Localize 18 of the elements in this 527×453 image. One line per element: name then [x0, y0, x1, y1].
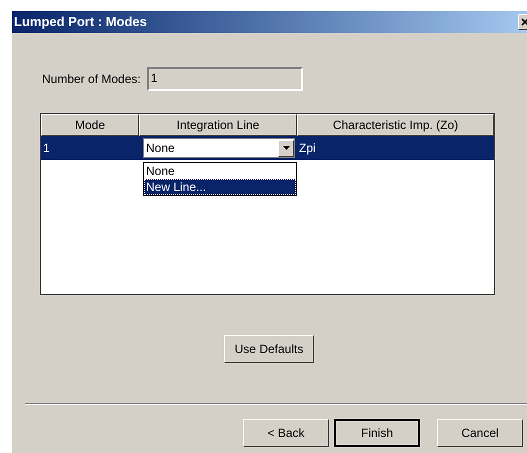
integration-line-combobox[interactable]: None	[143, 138, 295, 158]
dropdown-button[interactable]	[278, 140, 294, 156]
caret-icon	[282, 146, 290, 150]
dropdown-option[interactable]: None	[144, 163, 296, 179]
dropdown-option[interactable]: New Line...	[144, 179, 296, 195]
table-cell-text: Zpi	[298, 140, 316, 157]
column-header[interactable]: Mode	[41, 114, 139, 136]
use-defaults-button[interactable]: Use Defaults	[224, 335, 314, 363]
dialog-button[interactable]: < Back	[243, 419, 329, 447]
window-title: Lumped Port : Modes	[14, 13, 147, 32]
column-header[interactable]: Integration Line	[139, 114, 297, 136]
table-cell-text: 1	[42, 140, 51, 157]
table-row[interactable]: 1 None Zpi	[41, 136, 494, 160]
column-header[interactable]: Characteristic Imp. (Zo)	[297, 114, 494, 136]
number-of-modes-label: Number of Modes:	[42, 71, 141, 88]
dialog-button[interactable]: Finish	[334, 419, 420, 447]
close-icon	[521, 18, 527, 26]
dialog-button[interactable]: Cancel	[437, 419, 523, 447]
